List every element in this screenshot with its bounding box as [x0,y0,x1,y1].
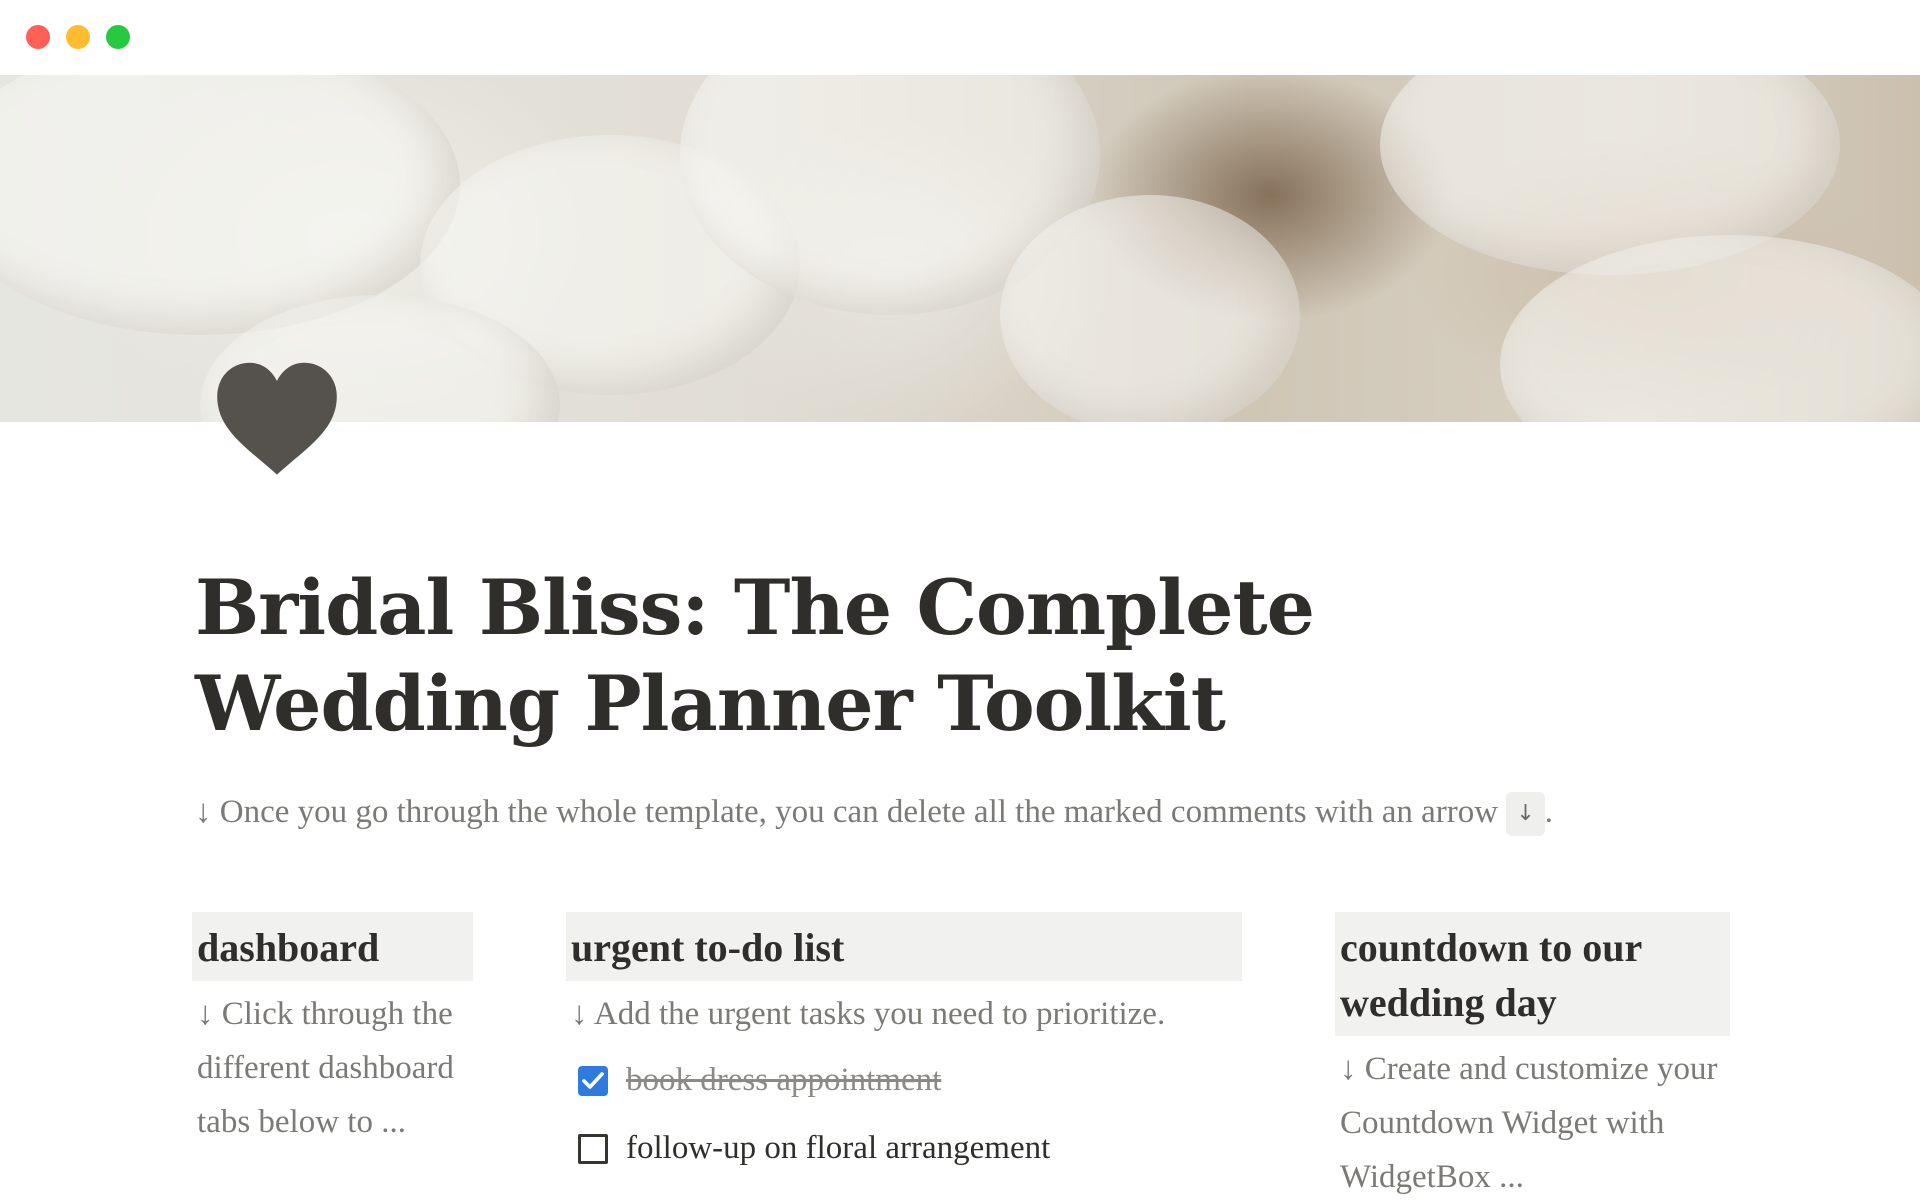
urgent-todo-comment[interactable]: ↓ Add the urgent tasks you need to prior… [566,981,1242,1041]
window-titlebar [0,0,1920,75]
cover-petal-shape [1000,195,1300,422]
close-window-button[interactable] [26,25,50,49]
todo-item: book dress appointment [578,1049,1242,1117]
intro-comment[interactable]: ↓ Once you go through the whole template… [195,790,1735,837]
dashboard-column: dashboard ↓ Click through the different … [192,912,473,1149]
maximize-window-button[interactable] [106,25,130,49]
checkmark-icon [582,1072,604,1089]
todo-label[interactable]: book dress appointment [626,1056,941,1104]
urgent-todo-column: urgent to-do list ↓ Add the urgent tasks… [566,912,1242,1185]
urgent-todo-header[interactable]: urgent to-do list [566,912,1242,981]
intro-end: . [1544,794,1554,830]
unchecked-checkbox[interactable] [578,1134,608,1164]
inline-code-arrow: ↓ [1506,792,1545,837]
countdown-comment[interactable]: ↓ Create and customize your Countdown Wi… [1335,1036,1730,1204]
dashboard-header[interactable]: dashboard [192,912,473,981]
todo-item: follow-up on floral arrangement [578,1117,1242,1185]
intro-text: ↓ Once you go through the whole template… [195,794,1507,830]
minimize-window-button[interactable] [66,25,90,49]
countdown-header[interactable]: countdown to our wedding day [1335,912,1730,1036]
page-title[interactable]: Bridal Bliss: The Complete Wedding Plann… [195,560,1595,752]
todo-label[interactable]: follow-up on floral arrangement [626,1124,1050,1172]
dashboard-comment[interactable]: ↓ Click through the different dashboard … [192,981,473,1149]
countdown-column: countdown to our wedding day ↓ Create an… [1335,912,1730,1204]
checked-checkbox[interactable] [578,1066,608,1096]
heart-icon[interactable] [212,355,342,485]
